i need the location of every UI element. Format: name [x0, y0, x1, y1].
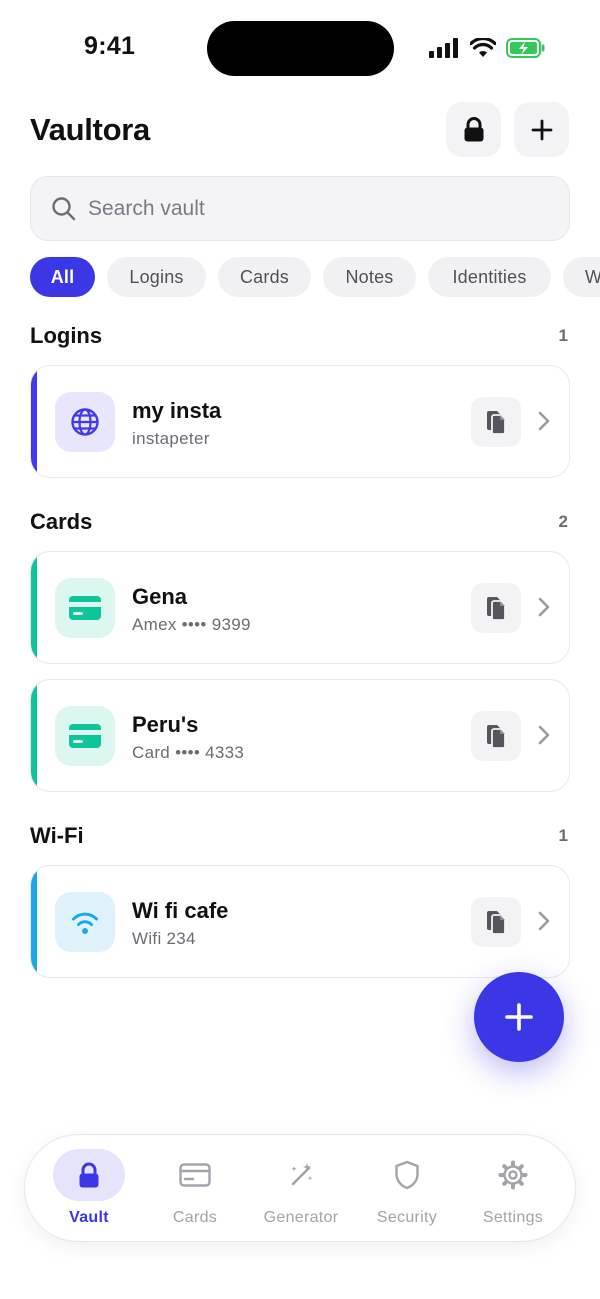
copy-icon	[487, 725, 506, 749]
plus-icon	[505, 1003, 533, 1031]
shield-icon	[395, 1160, 419, 1190]
item-accent-bar	[31, 552, 37, 663]
battery-charging-icon	[506, 38, 545, 58]
tab-label: Cards	[172, 1209, 218, 1226]
plus-icon	[531, 119, 552, 140]
copy-button[interactable]	[471, 897, 521, 947]
section-count: 1	[558, 326, 568, 345]
wifi-status-icon	[470, 38, 496, 57]
item-accent-bar	[31, 366, 37, 477]
add-item-fab[interactable]	[474, 972, 564, 1062]
vault-screen: 9:41 Vaultora Search vault All Logins Ca…	[0, 0, 600, 1299]
wifi-icon	[72, 912, 98, 934]
copy-button[interactable]	[471, 711, 521, 761]
item-subtitle: Amex •••• 9399	[132, 615, 251, 634]
vault-item-wi-fi-cafe[interactable]: Wi fi cafe Wifi 234	[30, 865, 570, 978]
tab-highlight	[371, 1149, 443, 1201]
dynamic-island	[207, 21, 394, 76]
tab-cards[interactable]: Cards	[140, 1135, 250, 1243]
bottom-tab-bar: Vault Cards Generator Security Settings	[24, 1134, 576, 1242]
globe-icon	[71, 408, 99, 436]
gear-icon	[498, 1160, 528, 1190]
lock-icon	[464, 116, 483, 141]
item-icon-tile	[55, 892, 115, 952]
lock-vault-button[interactable]	[446, 102, 501, 157]
filter-chip-cards[interactable]: Cards	[218, 257, 311, 297]
add-item-button[interactable]	[514, 102, 569, 157]
chevron-right-icon	[538, 911, 550, 931]
tab-highlight	[265, 1149, 337, 1201]
chevron-right-icon	[538, 411, 550, 431]
section-header-logins: Logins 1	[30, 323, 570, 349]
item-icon-tile	[55, 578, 115, 638]
tab-label: Generator	[263, 1209, 339, 1226]
section-title: Cards	[30, 509, 93, 534]
status-icons	[429, 36, 546, 60]
item-subtitle: Wifi 234	[132, 929, 196, 948]
section-title: Wi-Fi	[30, 823, 84, 848]
filter-chip-identities[interactable]: Identities	[428, 257, 551, 297]
tab-highlight	[159, 1149, 231, 1201]
magic-wand-icon	[291, 1163, 313, 1186]
vault-item-my-insta[interactable]: my insta instapeter	[30, 365, 570, 478]
copy-button[interactable]	[471, 397, 521, 447]
cellular-signal-icon	[429, 38, 458, 58]
section-header-wifi: Wi-Fi 1	[30, 823, 570, 849]
item-icon-tile	[55, 706, 115, 766]
section-title: Logins	[30, 323, 103, 348]
credit-card-icon	[69, 596, 101, 620]
filter-chip-wifi[interactable]: W	[563, 257, 600, 297]
copy-icon	[487, 411, 506, 435]
section-count: 2	[558, 512, 568, 531]
item-name: Gena	[132, 584, 188, 609]
item-name: my insta	[132, 398, 222, 423]
search-bar[interactable]	[30, 176, 570, 241]
vault-item-gena[interactable]: Gena Amex •••• 9399	[30, 551, 570, 664]
page-title: Vaultora	[30, 112, 150, 147]
tab-highlight	[53, 1149, 125, 1201]
vault-item-perus[interactable]: Peru's Card •••• 4333	[30, 679, 570, 792]
item-accent-bar	[31, 866, 37, 977]
copy-icon	[487, 911, 506, 935]
chevron-right-icon	[538, 597, 550, 617]
section-count: 1	[558, 826, 568, 845]
chevron-right-icon	[538, 725, 550, 745]
credit-card-icon	[69, 724, 101, 748]
item-subtitle: Card •••• 4333	[132, 743, 245, 762]
item-accent-bar	[31, 680, 37, 791]
item-name: Peru's	[132, 712, 199, 737]
copy-icon	[487, 597, 506, 621]
search-input[interactable]	[88, 196, 528, 221]
item-subtitle: instapeter	[132, 429, 210, 448]
filter-chip-all[interactable]: All	[30, 257, 95, 297]
card-icon	[179, 1163, 211, 1187]
status-time: 9:41	[84, 32, 136, 60]
search-icon	[52, 197, 76, 221]
item-name: Wi fi cafe	[132, 898, 229, 923]
filter-chip-logins[interactable]: Logins	[107, 257, 206, 297]
tab-vault[interactable]: Vault	[34, 1135, 144, 1243]
filter-chip-notes[interactable]: Notes	[323, 257, 416, 297]
section-header-cards: Cards 2	[30, 509, 570, 535]
tab-label: Settings	[482, 1209, 544, 1226]
tab-label: Vault	[69, 1209, 109, 1226]
tab-highlight	[477, 1149, 549, 1201]
item-icon-tile	[55, 392, 115, 452]
tab-settings[interactable]: Settings	[458, 1135, 568, 1243]
copy-button[interactable]	[471, 583, 521, 633]
tab-label: Security	[376, 1209, 438, 1226]
tab-security[interactable]: Security	[352, 1135, 462, 1243]
tab-generator[interactable]: Generator	[246, 1135, 356, 1243]
lock-icon	[79, 1162, 99, 1187]
